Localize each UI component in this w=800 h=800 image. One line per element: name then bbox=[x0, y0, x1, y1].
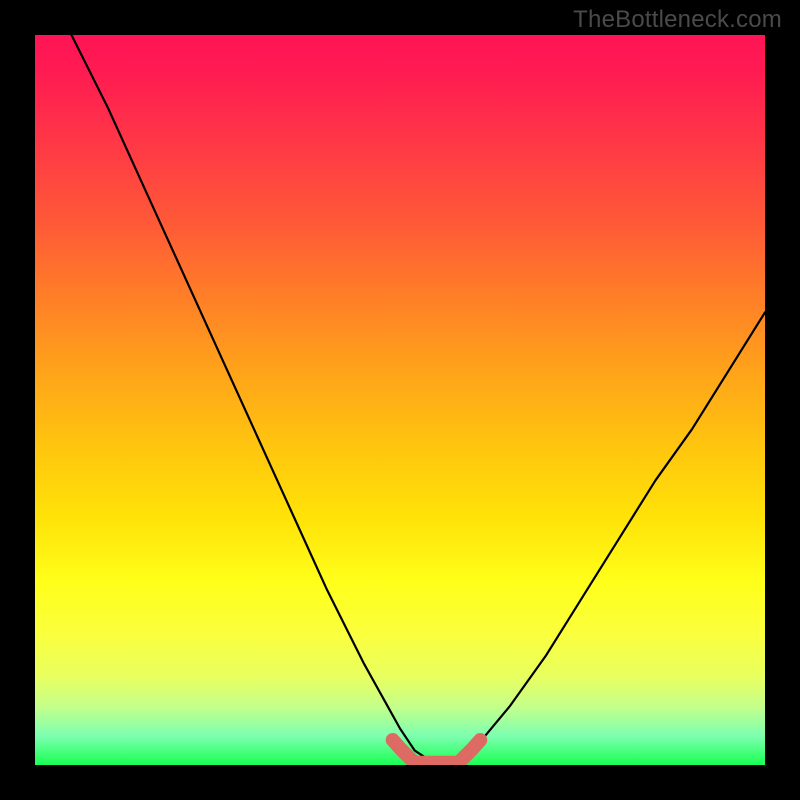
bottleneck-curve bbox=[35, 35, 765, 765]
chart-plot-area bbox=[35, 35, 765, 765]
optimal-floor-highlight bbox=[393, 740, 481, 763]
chart-svg bbox=[35, 35, 765, 765]
watermark-text: TheBottleneck.com bbox=[573, 6, 782, 34]
